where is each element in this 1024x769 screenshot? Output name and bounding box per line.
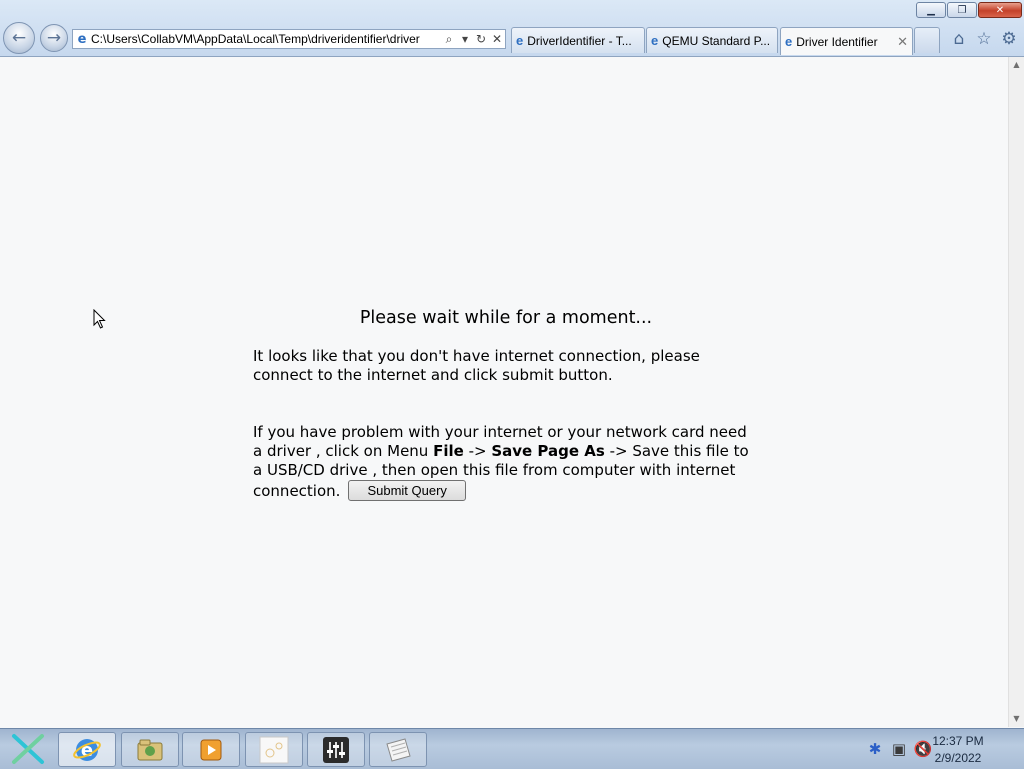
start-button[interactable] [8, 732, 48, 766]
address-url[interactable]: C:\Users\CollabVM\AppData\Local\Temp\dri… [91, 32, 441, 46]
page-heading: Please wait while for a moment... [359, 308, 653, 328]
back-button[interactable]: ← [3, 22, 35, 54]
address-bar[interactable]: e C:\Users\CollabVM\AppData\Local\Temp\d… [72, 29, 506, 49]
tab-label: DriverIdentifier - T... [527, 33, 632, 48]
no-connection-message: It looks like that you don't have intern… [253, 347, 700, 384]
tab-driver-identifier[interactable]: e Driver Identifier ✕ [780, 27, 913, 55]
taskbar-media-player[interactable] [182, 732, 240, 767]
restore-button[interactable]: ❐ [947, 2, 977, 18]
page-content: Please wait while for a moment... It loo… [253, 308, 753, 501]
tab-label: Driver Identifier [796, 34, 878, 49]
close-icon: ✕ [995, 4, 1005, 16]
forward-arrow-icon: → [46, 28, 62, 48]
stop-icon[interactable]: ✕ [489, 32, 505, 46]
new-tab-button[interactable] [914, 27, 940, 53]
forward-button[interactable]: → [40, 24, 68, 52]
submit-query-button[interactable]: Submit Query [348, 480, 467, 501]
back-arrow-icon: ← [11, 28, 27, 48]
taskbar-app-blank[interactable] [245, 732, 303, 767]
restore-icon: ❐ [957, 4, 967, 16]
start-x-icon [12, 734, 44, 764]
close-button[interactable]: ✕ [978, 2, 1022, 18]
tools-gear-icon[interactable]: ⚙ [998, 28, 1020, 50]
tab-driveridentifier[interactable]: e DriverIdentifier - T... [511, 27, 645, 53]
ie-page-icon: e [516, 33, 524, 48]
save-page-as-label: Save Page As [491, 442, 605, 460]
ie-page-icon: e [785, 34, 793, 49]
tab-qemu[interactable]: e QEMU Standard P... [646, 27, 778, 53]
arrow-text: -> [463, 442, 492, 460]
mouse-cursor-icon [93, 309, 106, 329]
minimize-button[interactable]: ▁ [916, 2, 946, 18]
notepad-icon [386, 737, 411, 762]
taskbar: e ✱ ▣ 🔇 12:37 PM 2/9/2022 [0, 728, 1024, 769]
scroll-down-icon[interactable]: ▼ [1009, 711, 1024, 727]
vertical-scrollbar[interactable]: ▲ ▼ [1008, 57, 1024, 727]
folder-icon [137, 739, 163, 760]
clock-time[interactable]: 12:37 PM [918, 734, 998, 748]
ie-page-icon: e [651, 33, 659, 48]
tab-close-icon[interactable]: ✕ [897, 34, 908, 50]
favorites-star-icon[interactable]: ☆ [973, 28, 995, 50]
internet-explorer-icon: e [73, 738, 101, 761]
network-connection-icon[interactable]: ▣ [888, 738, 910, 760]
window-controls: ▁ ❐ ✕ [916, 2, 1022, 18]
page-icon: e [77, 31, 87, 47]
mixer-sliders-icon [323, 736, 349, 763]
scroll-up-icon[interactable]: ▲ [1009, 57, 1024, 73]
network-bluetooth-icon[interactable]: ✱ [864, 738, 886, 760]
dropdown-arrow-icon[interactable]: ▾ [457, 32, 473, 46]
home-icon[interactable]: ⌂ [948, 28, 970, 50]
app-window-icon [259, 736, 289, 763]
tab-label: QEMU Standard P... [662, 33, 771, 48]
clock-date[interactable]: 2/9/2022 [918, 751, 998, 765]
taskbar-explorer[interactable] [121, 732, 179, 767]
minimize-icon: ▁ [927, 4, 935, 16]
driver-instructions: If you have problem with your internet o… [253, 423, 753, 501]
refresh-icon[interactable]: ↻ [473, 32, 489, 46]
menu-file-label: File [433, 442, 464, 460]
taskbar-mixer[interactable] [307, 732, 365, 767]
taskbar-notepad[interactable] [369, 732, 427, 767]
search-icon[interactable]: ⌕ [441, 32, 457, 47]
media-player-icon [200, 739, 222, 760]
browser-chrome: ▁ ❐ ✕ ← → e C:\Users\CollabVM\AppData\Lo… [0, 0, 1024, 57]
taskbar-internet-explorer[interactable]: e [58, 732, 116, 767]
